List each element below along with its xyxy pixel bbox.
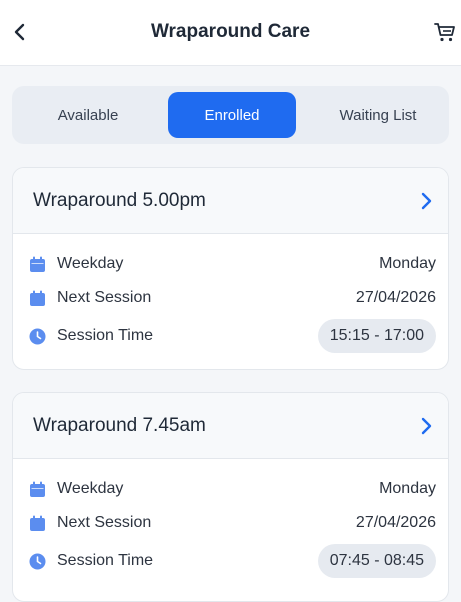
weekday-row: Weekday Monday — [13, 247, 448, 281]
clock-icon — [29, 328, 46, 345]
card-header[interactable]: Wraparound 7.45am — [13, 393, 448, 459]
weekday-label: Weekday — [57, 255, 124, 272]
segmented-tabs: Available Enrolled Waiting List — [12, 86, 449, 144]
calendar-icon — [30, 256, 45, 272]
page-title: Wraparound Care — [150, 21, 311, 42]
chevron-right-icon[interactable] — [414, 189, 438, 213]
card-title: Wraparound 7.45am — [33, 415, 206, 436]
top-bar: Wraparound Care — [0, 0, 461, 66]
calendar-icon — [30, 481, 45, 497]
next-session-label: Next Session — [57, 514, 152, 531]
weekday-row: Weekday Monday — [13, 472, 448, 506]
session-card: Wraparound 7.45am Weekday Monday Next Se… — [12, 392, 449, 602]
session-time-row: Session Time 07:45 - 08:45 — [13, 544, 448, 578]
session-time-label: Session Time — [57, 552, 154, 569]
chevron-right-icon[interactable] — [414, 414, 438, 438]
session-time-badge: 07:45 - 08:45 — [317, 544, 436, 578]
clock-icon — [29, 553, 46, 570]
next-session-value: 27/04/2026 — [355, 514, 436, 531]
session-time-badge: 15:15 - 17:00 — [317, 319, 436, 353]
card-title: Wraparound 5.00pm — [33, 190, 206, 211]
tab-enrolled[interactable]: Enrolled — [168, 92, 296, 138]
weekday-value: Monday — [379, 480, 436, 497]
calendar-icon — [30, 515, 45, 531]
tab-available[interactable]: Available — [18, 92, 158, 138]
weekday-value: Monday — [379, 255, 436, 272]
next-session-label: Next Session — [57, 289, 152, 306]
calendar-icon — [30, 290, 45, 306]
weekday-label: Weekday — [57, 480, 124, 497]
cart-icon — [434, 23, 455, 42]
next-session-row: Next Session 27/04/2026 — [13, 281, 448, 315]
next-session-row: Next Session 27/04/2026 — [13, 506, 448, 540]
session-time-row: Session Time 15:15 - 17:00 — [13, 319, 448, 353]
session-card: Wraparound 5.00pm Weekday Monday Next Se… — [12, 167, 449, 370]
cart-button[interactable] — [430, 17, 460, 47]
card-header[interactable]: Wraparound 5.00pm — [13, 168, 448, 234]
session-time-label: Session Time — [57, 327, 154, 344]
tab-waiting-list[interactable]: Waiting List — [312, 92, 444, 138]
next-session-value: 27/04/2026 — [355, 289, 436, 306]
